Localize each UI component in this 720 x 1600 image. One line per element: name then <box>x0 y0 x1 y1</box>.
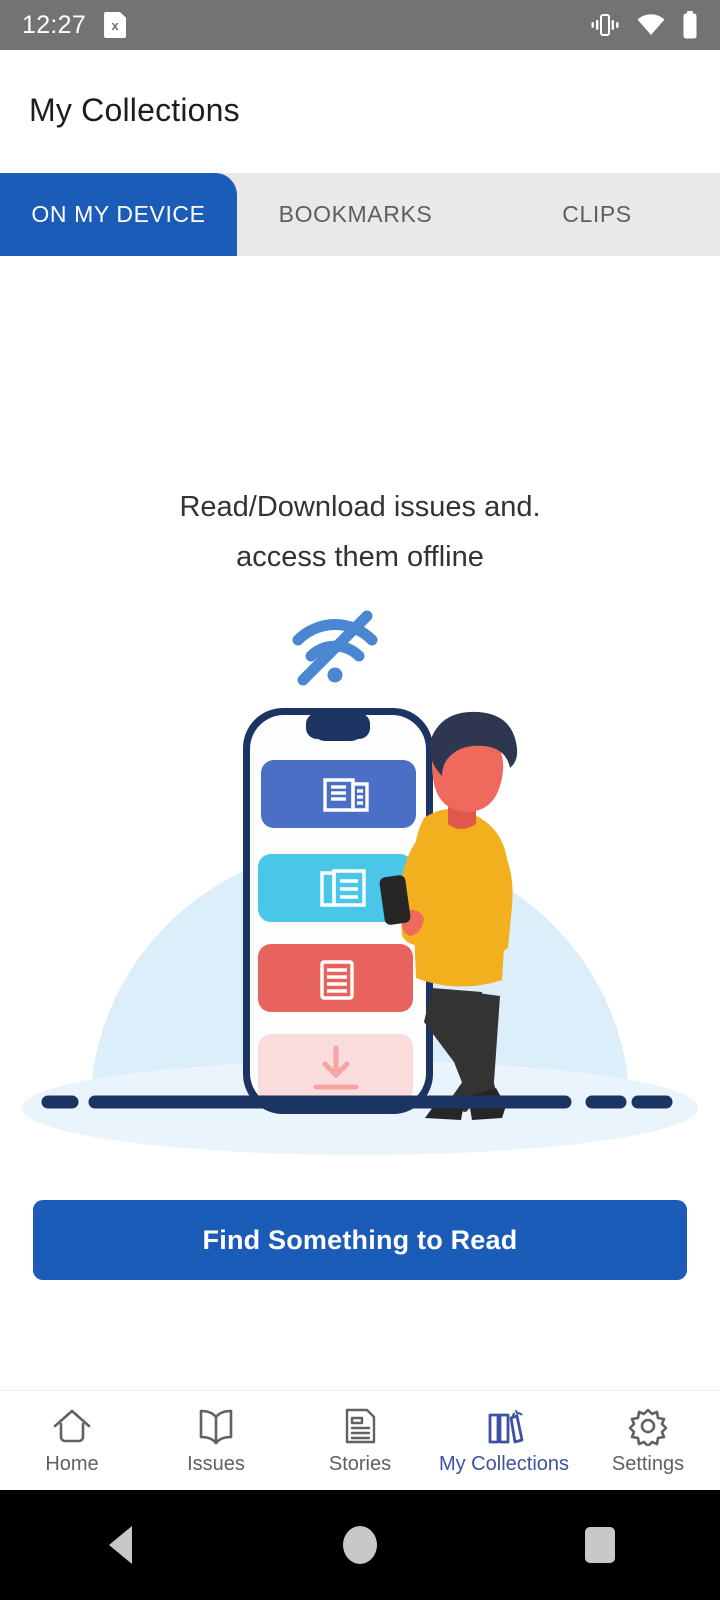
offline-reading-illustration <box>0 600 720 1170</box>
find-something-to-read-button[interactable]: Find Something to Read <box>33 1200 687 1280</box>
app-bar: My Collections <box>0 50 720 170</box>
nav-item-stories-label: Stories <box>328 1452 392 1475</box>
nav-item-home-label: Home <box>45 1452 99 1475</box>
empty-state-message: Read/Download issues and. access them of… <box>0 482 720 582</box>
book-open-icon <box>195 1406 237 1446</box>
books-shelf-icon <box>483 1406 525 1446</box>
tab-on-my-device[interactable]: ON MY DEVICE <box>0 173 237 256</box>
nav-item-settings-label: Settings <box>611 1452 685 1475</box>
empty-state-line-2: access them offline <box>236 541 484 573</box>
page-title: My Collections <box>29 91 240 128</box>
nav-item-home[interactable]: Home <box>0 1406 144 1476</box>
bottom-navigation: Home Issues Stories My Collections Setti… <box>0 1390 720 1490</box>
system-back-button[interactable] <box>60 1526 180 1564</box>
home-circle-icon <box>343 1526 377 1564</box>
sim-card-x-glyph: x <box>111 18 119 33</box>
nav-item-my-collections[interactable]: My Collections <box>432 1406 576 1476</box>
document-lines-icon <box>339 1406 381 1446</box>
status-bar-icons <box>590 11 698 39</box>
recents-square-icon <box>585 1527 615 1563</box>
nav-item-settings[interactable]: Settings <box>576 1406 720 1476</box>
nav-item-issues[interactable]: Issues <box>144 1406 288 1476</box>
download-card <box>258 1034 413 1102</box>
tab-bookmarks[interactable]: BOOKMARKS <box>237 173 474 256</box>
article-card <box>258 944 413 1012</box>
back-triangle-icon <box>108 1526 132 1564</box>
tab-clips[interactable]: CLIPS <box>474 173 720 256</box>
nav-item-my-collections-label: My Collections <box>438 1452 570 1475</box>
status-bar: 12:27 x <box>0 0 720 50</box>
vibrate-icon <box>590 12 620 38</box>
nav-item-issues-label: Issues <box>187 1452 245 1475</box>
system-home-button[interactable] <box>300 1526 420 1564</box>
android-system-navigation <box>0 1490 720 1600</box>
status-bar-clock: 12:27 <box>22 10 87 39</box>
wifi-icon <box>636 13 666 37</box>
wifi-off-icon <box>292 610 378 686</box>
system-recents-button[interactable] <box>540 1527 660 1563</box>
battery-full-icon <box>682 11 698 39</box>
sim-card-x-icon: x <box>104 12 127 38</box>
home-icon <box>51 1406 93 1446</box>
empty-state-line-1: Read/Download issues and. <box>179 491 541 523</box>
gear-icon <box>627 1406 669 1446</box>
tab-bar: ON MY DEVICE BOOKMARKS CLIPS <box>0 173 720 256</box>
app-screen: 12:27 x My Collections ON MY DEVICE BOOK… <box>0 0 720 1600</box>
nav-item-stories[interactable]: Stories <box>288 1406 432 1476</box>
newspaper-card <box>261 760 416 828</box>
